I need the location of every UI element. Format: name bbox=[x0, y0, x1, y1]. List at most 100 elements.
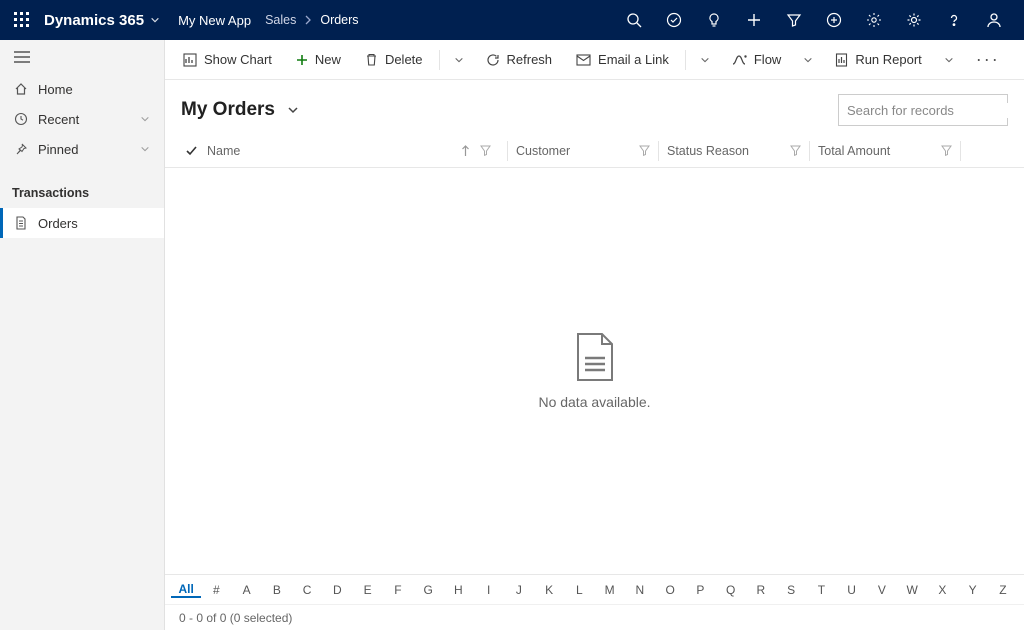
cmd-refresh[interactable]: Refresh bbox=[476, 40, 563, 80]
select-all-checkbox[interactable] bbox=[185, 144, 207, 157]
alpha-filter-#[interactable]: # bbox=[201, 583, 231, 597]
sidebar-item-label: Recent bbox=[38, 112, 79, 127]
sidebar-item-home[interactable]: Home bbox=[0, 74, 164, 104]
column-name[interactable]: Name bbox=[207, 144, 507, 158]
cmd-run-report[interactable]: Run Report bbox=[825, 40, 931, 80]
breadcrumb: Sales Orders bbox=[265, 13, 358, 27]
alpha-filter-e[interactable]: E bbox=[353, 583, 383, 597]
cmd-label: Delete bbox=[385, 52, 423, 67]
filter-icon[interactable] bbox=[790, 145, 809, 156]
report-dropdown[interactable] bbox=[936, 40, 962, 80]
alpha-filter-f[interactable]: F bbox=[383, 583, 413, 597]
record-count-status: 0 - 0 of 0 (0 selected) bbox=[179, 611, 292, 625]
clock-icon bbox=[14, 112, 28, 126]
alpha-filter-x[interactable]: X bbox=[927, 583, 957, 597]
alpha-filter-p[interactable]: P bbox=[685, 583, 715, 597]
alpha-filter-v[interactable]: V bbox=[867, 583, 897, 597]
filter-icon[interactable] bbox=[941, 145, 960, 156]
sidebar-item-label: Pinned bbox=[38, 142, 78, 157]
settings-advanced-icon[interactable] bbox=[854, 0, 894, 40]
alpha-filter-h[interactable]: H bbox=[443, 583, 473, 597]
breadcrumb-area[interactable]: Sales bbox=[265, 13, 296, 27]
view-header: My Orders bbox=[165, 80, 1024, 134]
cmd-delete[interactable]: Delete bbox=[355, 40, 433, 80]
chevron-down-icon bbox=[140, 144, 150, 154]
cmd-flow[interactable]: Flow bbox=[722, 40, 791, 80]
report-icon bbox=[835, 53, 848, 67]
brand-switcher[interactable]: Dynamics 365 bbox=[40, 12, 164, 29]
alpha-filter-k[interactable]: K bbox=[534, 583, 564, 597]
alpha-filter-o[interactable]: O bbox=[655, 583, 685, 597]
email-dropdown[interactable] bbox=[692, 40, 718, 80]
sidebar-item-pinned[interactable]: Pinned bbox=[0, 134, 164, 164]
global-commands bbox=[614, 0, 1014, 40]
alpha-filter-r[interactable]: R bbox=[746, 583, 776, 597]
alpha-filter-t[interactable]: T bbox=[806, 583, 836, 597]
filter-icon[interactable] bbox=[639, 145, 658, 156]
cmd-label: Run Report bbox=[855, 52, 921, 67]
alpha-filter-g[interactable]: G bbox=[413, 583, 443, 597]
chevron-right-icon bbox=[304, 15, 312, 25]
alpha-filter-q[interactable]: Q bbox=[716, 583, 746, 597]
separator bbox=[685, 50, 686, 70]
alpha-filter-s[interactable]: S bbox=[776, 583, 806, 597]
empty-message: No data available. bbox=[538, 394, 650, 410]
alpha-filter-i[interactable]: I bbox=[474, 583, 504, 597]
sidebar-item-orders[interactable]: Orders bbox=[0, 208, 164, 238]
search-input[interactable] bbox=[847, 103, 1023, 118]
column-status-reason[interactable]: Status Reason bbox=[659, 144, 809, 158]
alpha-filter-u[interactable]: U bbox=[837, 583, 867, 597]
user-icon[interactable] bbox=[974, 0, 1014, 40]
filter-icon[interactable] bbox=[480, 145, 499, 156]
help-icon[interactable] bbox=[934, 0, 974, 40]
cmd-label: Email a Link bbox=[598, 52, 669, 67]
mail-icon bbox=[576, 54, 591, 66]
sidebar-toggle[interactable] bbox=[0, 40, 164, 74]
app-launcher-icon[interactable] bbox=[4, 12, 40, 28]
flow-dropdown[interactable] bbox=[795, 40, 821, 80]
task-icon[interactable] bbox=[654, 0, 694, 40]
alpha-filter-n[interactable]: N bbox=[625, 583, 655, 597]
delete-dropdown[interactable] bbox=[446, 40, 472, 80]
funnel-icon[interactable] bbox=[774, 0, 814, 40]
cmd-email-link[interactable]: Email a Link bbox=[566, 40, 679, 80]
sidebar-item-label: Home bbox=[38, 82, 73, 97]
command-bar: Show Chart New Delete Refresh Email a Li… bbox=[165, 40, 1024, 80]
chevron-down-icon bbox=[140, 114, 150, 124]
chevron-down-icon bbox=[150, 15, 160, 25]
flow-icon bbox=[732, 54, 747, 66]
alpha-filter-d[interactable]: D bbox=[322, 583, 352, 597]
alpha-filter-a[interactable]: A bbox=[232, 583, 262, 597]
alpha-filter-z[interactable]: Z bbox=[988, 583, 1018, 597]
plus-icon[interactable] bbox=[734, 0, 774, 40]
alpha-filter-all[interactable]: All bbox=[171, 582, 201, 598]
alpha-filter-b[interactable]: B bbox=[262, 583, 292, 597]
column-separator[interactable] bbox=[960, 141, 961, 161]
record-search[interactable] bbox=[838, 94, 1008, 126]
sidebar-item-recent[interactable]: Recent bbox=[0, 104, 164, 134]
gear-icon[interactable] bbox=[894, 0, 934, 40]
cmd-show-chart[interactable]: Show Chart bbox=[173, 40, 282, 80]
global-nav: Dynamics 365 My New App Sales Orders bbox=[0, 0, 1024, 40]
view-selector[interactable]: My Orders bbox=[181, 99, 299, 121]
lightbulb-icon[interactable] bbox=[694, 0, 734, 40]
column-label: Customer bbox=[508, 144, 570, 158]
alpha-filter-j[interactable]: J bbox=[504, 583, 534, 597]
alpha-filter-y[interactable]: Y bbox=[958, 583, 988, 597]
alpha-filter-c[interactable]: C bbox=[292, 583, 322, 597]
refresh-icon bbox=[486, 53, 500, 67]
cmd-label: Refresh bbox=[507, 52, 553, 67]
alpha-filter-m[interactable]: M bbox=[595, 583, 625, 597]
column-customer[interactable]: Customer bbox=[508, 144, 658, 158]
column-label: Status Reason bbox=[659, 144, 749, 158]
alpha-filter-l[interactable]: L bbox=[564, 583, 594, 597]
breadcrumb-page: Orders bbox=[320, 13, 358, 27]
alpha-filter-w[interactable]: W bbox=[897, 583, 927, 597]
column-total-amount[interactable]: Total Amount bbox=[810, 144, 960, 158]
cmd-new[interactable]: New bbox=[286, 40, 351, 80]
add-record-icon[interactable] bbox=[814, 0, 854, 40]
more-commands-icon[interactable]: ··· bbox=[966, 49, 1010, 70]
brand-label: Dynamics 365 bbox=[44, 12, 144, 29]
sort-asc-icon[interactable] bbox=[461, 145, 470, 157]
search-icon[interactable] bbox=[614, 0, 654, 40]
